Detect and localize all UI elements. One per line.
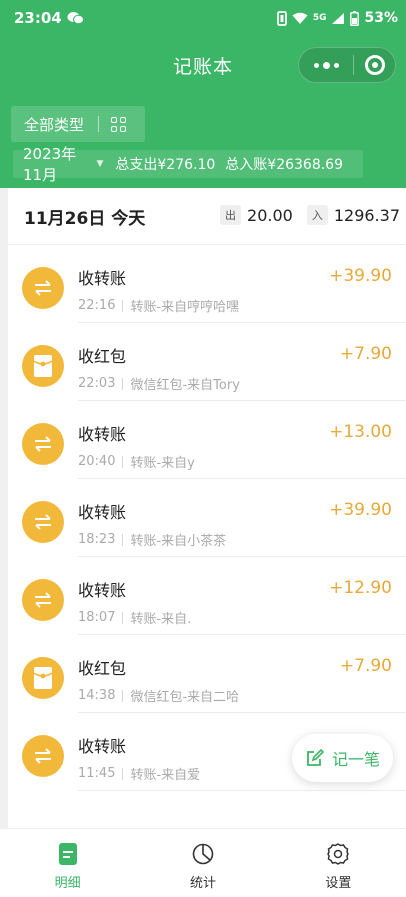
app-header: 23:04 5G 53% 记账本 全部类型 2023年11月 ▼ 总支出¥276… bbox=[0, 0, 406, 188]
day-header: 11月26日 今天 出 20.00 入 1296.37 bbox=[8, 188, 406, 245]
transaction-row[interactable]: 收转账 22:16 转账-来自哼哼哈嘿 +39.90 bbox=[8, 245, 406, 323]
tab-statistics[interactable]: 统计 bbox=[135, 829, 270, 897]
day-out-value: 20.00 bbox=[247, 205, 293, 225]
add-record-label: 记一笔 bbox=[331, 750, 380, 769]
transaction-row[interactable]: 收转账 18:07 转账-来自. +12.90 bbox=[8, 557, 406, 635]
transaction-name: 收红包 bbox=[78, 659, 127, 678]
type-filter-button[interactable]: 全部类型 bbox=[11, 106, 145, 142]
summary-bar: 2023年11月 ▼ 总支出¥276.10 总入账¥26368.69 bbox=[13, 145, 363, 184]
transaction-time: 20:40 bbox=[78, 454, 116, 469]
pie-chart-icon bbox=[192, 843, 214, 865]
transfer-icon bbox=[22, 423, 64, 465]
add-record-button[interactable]: 记一笔 bbox=[292, 734, 393, 782]
transaction-amount: +7.90 bbox=[339, 656, 392, 676]
day-title: 11月26日 今天 bbox=[24, 208, 146, 229]
battery-level: 53% bbox=[364, 10, 398, 26]
total-expense: 总支出¥276.10 bbox=[115, 157, 216, 173]
wifi-icon bbox=[292, 12, 308, 24]
transaction-name: 收转账 bbox=[78, 503, 127, 522]
transfer-icon bbox=[22, 267, 64, 309]
transaction-row[interactable]: 收红包 22:03 微信红包-来自Tory +7.90 bbox=[8, 323, 406, 401]
tab-statistics-label: 统计 bbox=[189, 876, 216, 891]
transaction-row[interactable]: 收转账 18:23 转账-来自小茶茶 +39.90 bbox=[8, 479, 406, 557]
page-title: 记账本 bbox=[172, 55, 233, 78]
status-time: 23:04 bbox=[14, 9, 62, 27]
total-income: 总入账¥26368.69 bbox=[225, 157, 343, 173]
more-button[interactable] bbox=[299, 48, 353, 82]
transfer-icon bbox=[22, 501, 64, 543]
transaction-time: 11:45 bbox=[78, 766, 116, 781]
transaction-amount: +12.90 bbox=[329, 578, 392, 598]
caret-down-icon: ▼ bbox=[96, 159, 104, 169]
transaction-name: 收红包 bbox=[78, 347, 127, 366]
transaction-desc: 转账-来自哼哼哈嘿 bbox=[130, 300, 240, 315]
transaction-name: 收转账 bbox=[78, 581, 127, 600]
wechat-icon bbox=[67, 12, 84, 25]
transaction-time: 18:23 bbox=[78, 532, 116, 547]
transaction-amount: +7.90 bbox=[339, 344, 392, 364]
month-selector[interactable]: 2023年11月 ▼ bbox=[23, 143, 103, 185]
transaction-name: 收转账 bbox=[78, 269, 127, 288]
mini-program-capsule bbox=[298, 47, 396, 83]
in-tag: 入 bbox=[306, 205, 328, 225]
transaction-list: 11月26日 今天 出 20.00 入 1296.37 收转账 22:16 转账-来… bbox=[8, 188, 406, 828]
transaction-name: 收转账 bbox=[78, 425, 127, 444]
status-bar: 23:04 5G 53% bbox=[0, 0, 406, 36]
red-packet-icon bbox=[22, 657, 64, 699]
transaction-amount: +39.90 bbox=[329, 266, 392, 286]
tab-details-label: 明细 bbox=[54, 876, 81, 891]
out-tag: 出 bbox=[220, 205, 242, 225]
transaction-time: 14:38 bbox=[78, 688, 116, 703]
close-button[interactable] bbox=[354, 48, 395, 82]
transaction-row[interactable]: 收红包 14:38 微信红包-来自二哈 +7.90 bbox=[8, 635, 406, 713]
tab-settings[interactable]: 设置 bbox=[271, 829, 406, 897]
signal-icon bbox=[332, 12, 345, 24]
transaction-desc: 微信红包-来自二哈 bbox=[130, 690, 240, 705]
transaction-desc: 转账-来自. bbox=[130, 612, 192, 627]
transfer-icon bbox=[22, 735, 64, 777]
document-icon bbox=[58, 843, 77, 865]
gear-icon bbox=[327, 843, 350, 865]
title-bar: 记账本 bbox=[0, 42, 406, 88]
transaction-amount: +39.90 bbox=[329, 500, 392, 520]
network-type: 5G bbox=[312, 13, 327, 23]
transaction-desc: 转账-来自小茶茶 bbox=[130, 534, 227, 549]
month-label: 2023年11月 bbox=[23, 145, 77, 184]
edit-icon bbox=[307, 748, 325, 766]
tab-settings-label: 设置 bbox=[325, 876, 352, 891]
transaction-time: 22:16 bbox=[78, 298, 116, 313]
day-in-value: 1296.37 bbox=[333, 205, 400, 225]
tab-details[interactable]: 明细 bbox=[0, 829, 135, 897]
type-filter-label: 全部类型 bbox=[24, 115, 85, 134]
transaction-time: 18:07 bbox=[78, 610, 116, 625]
red-packet-icon bbox=[22, 345, 64, 387]
transaction-name: 收转账 bbox=[78, 737, 127, 756]
close-circle-icon bbox=[364, 55, 385, 75]
nfc-icon bbox=[276, 10, 287, 26]
grid-icon bbox=[111, 116, 127, 132]
transaction-amount: +13.00 bbox=[329, 422, 392, 442]
transaction-desc: 微信红包-来自Tory bbox=[130, 378, 240, 393]
tab-bar: 明细 统计 设置 bbox=[0, 828, 406, 897]
transaction-desc: 转账-来自y bbox=[130, 456, 195, 471]
transaction-time: 22:03 bbox=[78, 376, 116, 391]
battery-icon bbox=[350, 10, 360, 26]
transfer-icon bbox=[22, 579, 64, 621]
transaction-row[interactable]: 收转账 20:40 转账-来自y +13.00 bbox=[8, 401, 406, 479]
transaction-desc: 转账-来自爱 bbox=[130, 768, 201, 783]
